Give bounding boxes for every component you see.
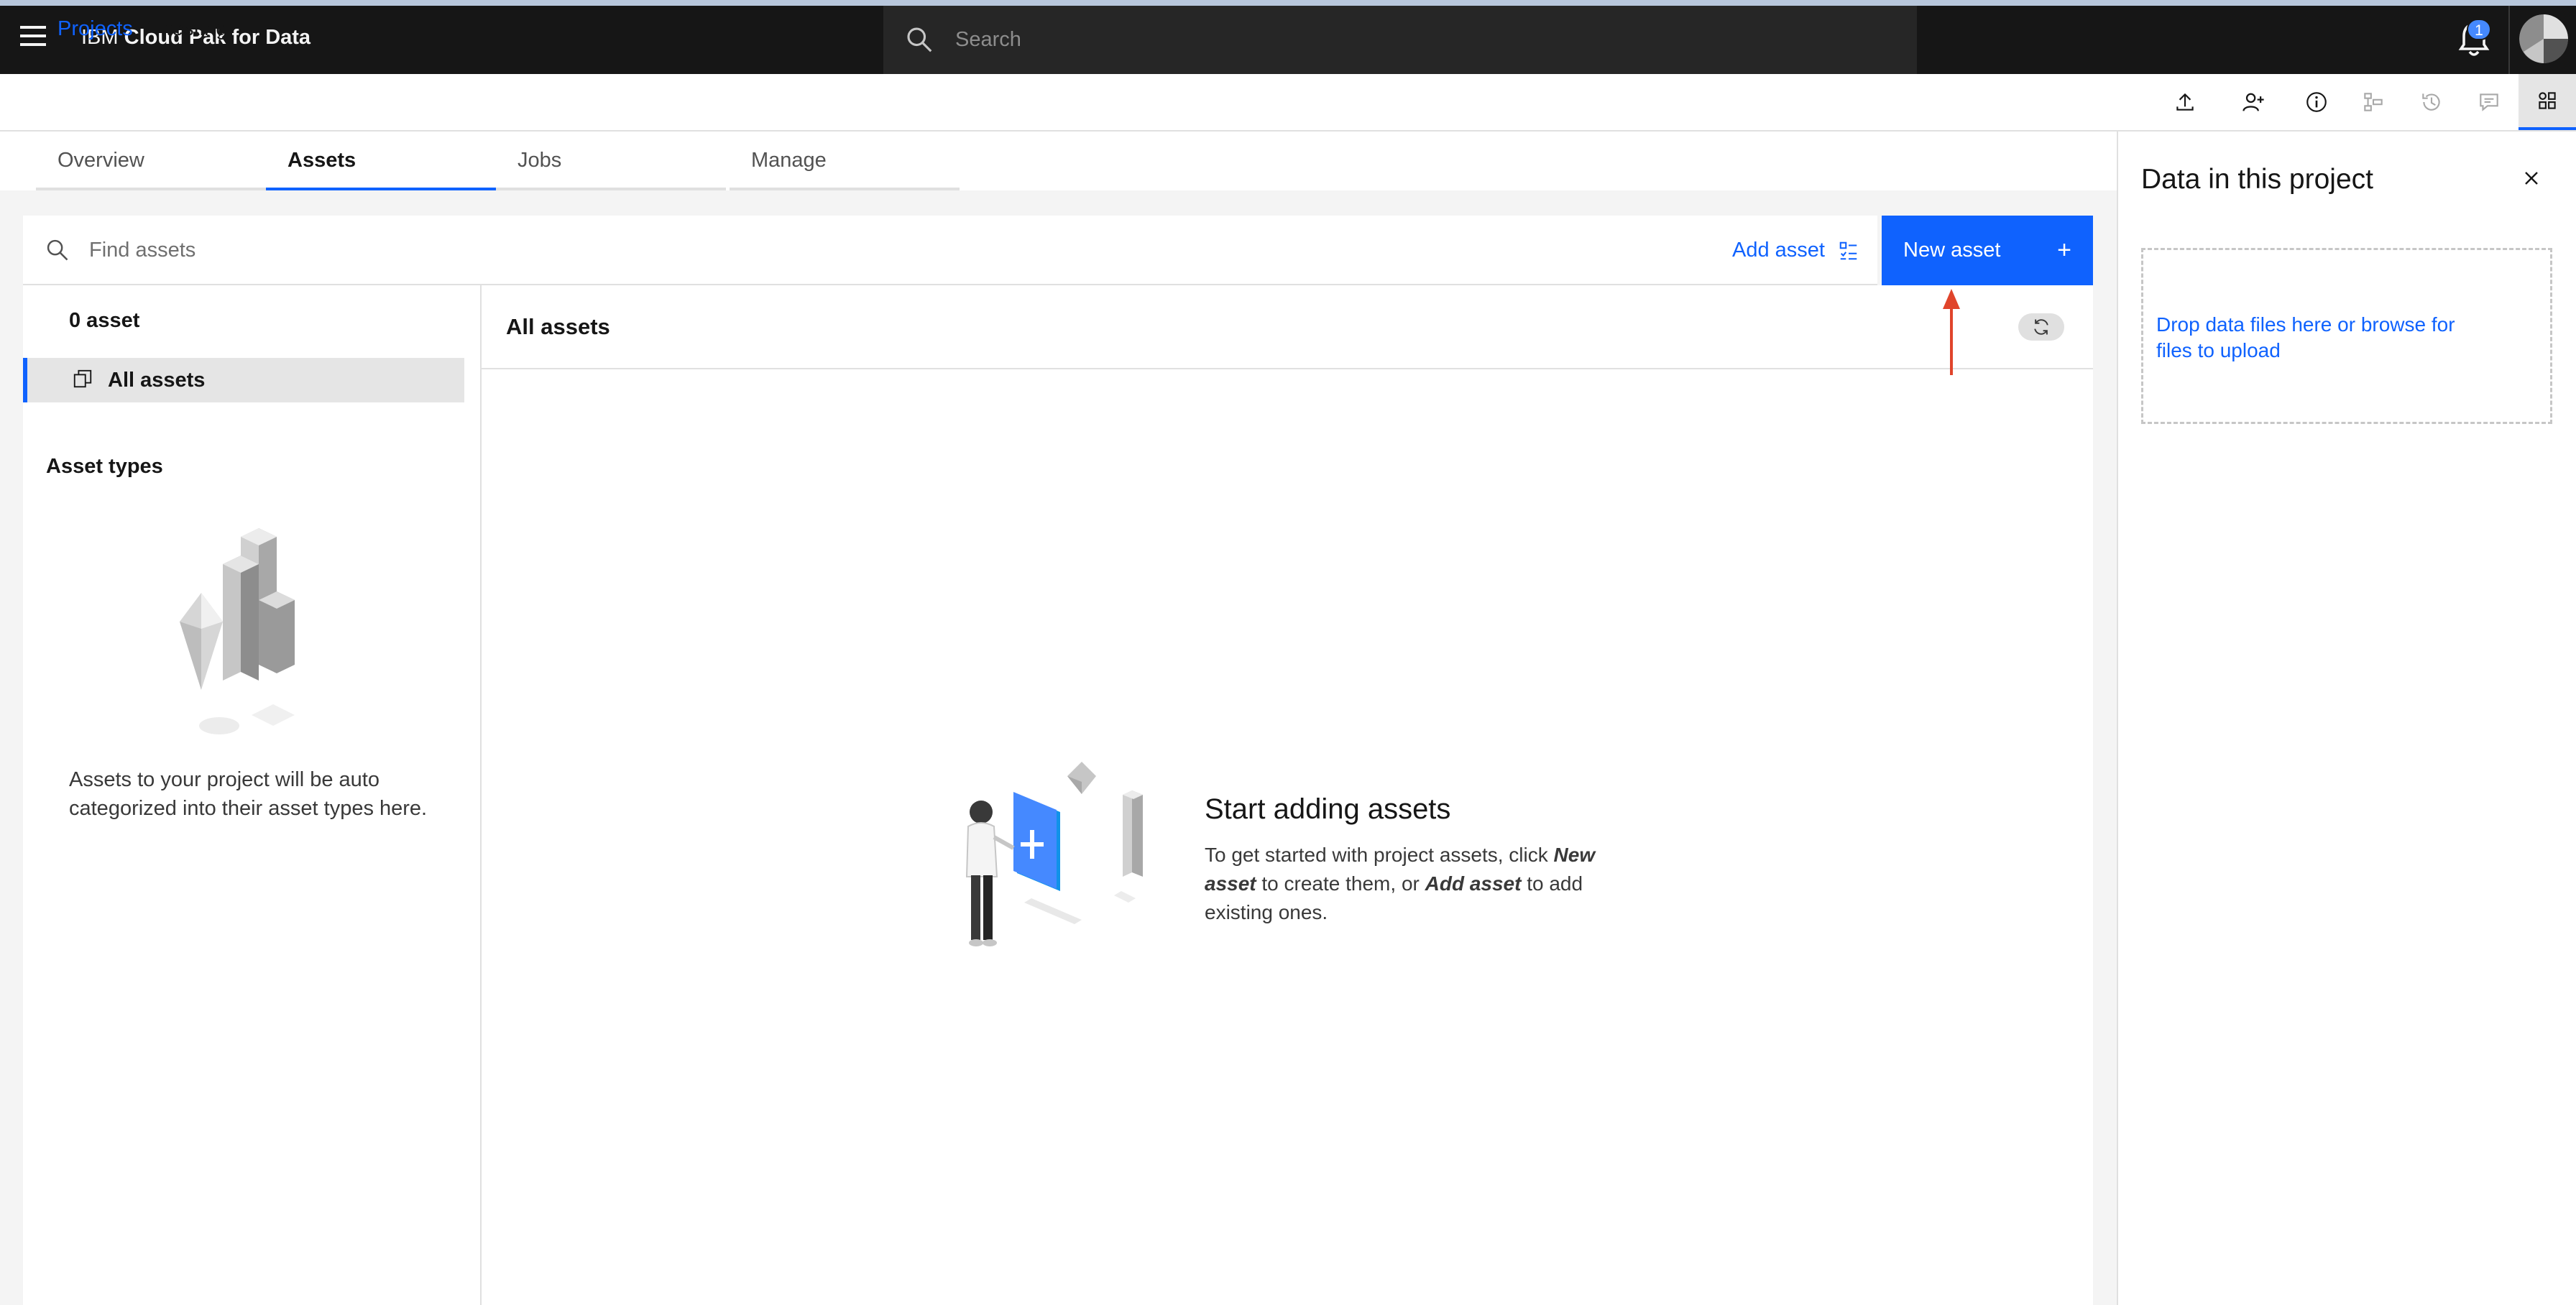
tab-assets[interactable]: Assets <box>266 132 496 190</box>
new-asset-button[interactable]: New asset + <box>1882 216 2093 285</box>
annotation-arrow-icon <box>1943 289 1960 375</box>
breadcrumb-projects-link[interactable]: Projects <box>58 17 133 41</box>
history-icon <box>2422 93 2440 111</box>
find-assets-bar <box>23 216 1877 285</box>
close-icon[interactable] <box>2517 164 2546 193</box>
find-assets-input[interactable] <box>89 231 1455 269</box>
data-panel-button[interactable] <box>2518 74 2576 130</box>
menu-icon[interactable] <box>20 26 46 46</box>
flow-button[interactable] <box>2345 74 2402 130</box>
info-button[interactable] <box>2288 74 2345 130</box>
add-asset-label: Add asset <box>1732 239 1825 262</box>
info-icon <box>2306 92 2327 112</box>
asset-types-description: Assets to your project will be auto cate… <box>69 768 428 820</box>
header-divider <box>2508 6 2510 74</box>
file-drop-zone[interactable]: Drop data files here or browse for files… <box>2141 248 2552 424</box>
assets-list-title: All assets <box>506 314 610 339</box>
search-icon <box>907 27 932 52</box>
add-collaborator-icon <box>2242 93 2264 111</box>
data-panel-icon <box>2539 92 2556 109</box>
copy-icon <box>73 369 92 388</box>
empty-desc-part: to create them, or <box>1256 872 1425 895</box>
side-panel-title: Data in this project <box>2141 164 2373 195</box>
refresh-button[interactable] <box>2018 313 2064 341</box>
global-search[interactable] <box>883 6 1917 74</box>
user-avatar[interactable] <box>2519 14 2568 63</box>
filter-all-assets-label: All assets <box>108 369 206 392</box>
upload-icon <box>2176 93 2194 111</box>
add-collaborator-button[interactable] <box>2225 74 2282 130</box>
new-asset-label: New asset <box>1903 239 2001 262</box>
comment-icon <box>2480 93 2498 111</box>
asset-types-illustration <box>180 528 295 734</box>
empty-state-title: Start adding assets <box>1205 793 1451 825</box>
list-divider <box>482 368 2093 369</box>
add-asset-button[interactable]: Add asset <box>1718 216 1883 285</box>
empty-state-description: To get started with project assets, clic… <box>1205 841 1636 927</box>
tab-jobs[interactable]: Jobs <box>496 132 726 190</box>
plus-icon: + <box>2057 236 2071 264</box>
tab-manage[interactable]: Manage <box>730 132 960 190</box>
notification-badge: 1 <box>2467 19 2491 40</box>
refresh-icon <box>2034 319 2048 335</box>
breadcrumb-separator: / <box>145 17 152 40</box>
global-search-input[interactable] <box>955 22 1890 57</box>
flow-icon <box>2364 93 2383 111</box>
upload-button[interactable] <box>2156 74 2214 130</box>
empty-desc-add-asset: Add asset <box>1425 872 1522 895</box>
close-glyph <box>2525 172 2538 185</box>
history-button[interactable] <box>2403 74 2460 130</box>
empty-desc-part: To get started with project assets, clic… <box>1205 844 1554 866</box>
comment-button[interactable] <box>2460 74 2518 130</box>
asset-types-heading: Asset types <box>46 455 163 478</box>
file-drop-text[interactable]: Drop data files here or browse for files… <box>2156 312 2458 364</box>
filter-all-assets[interactable]: All assets <box>23 358 464 402</box>
tab-overview[interactable]: Overview <box>36 132 266 190</box>
breadcrumb-current: testing <box>166 17 228 40</box>
search-icon <box>47 239 68 261</box>
add-asset-icon <box>1839 241 1857 259</box>
asset-count: 0 asset <box>69 309 140 332</box>
empty-state-illustration <box>965 762 1143 946</box>
